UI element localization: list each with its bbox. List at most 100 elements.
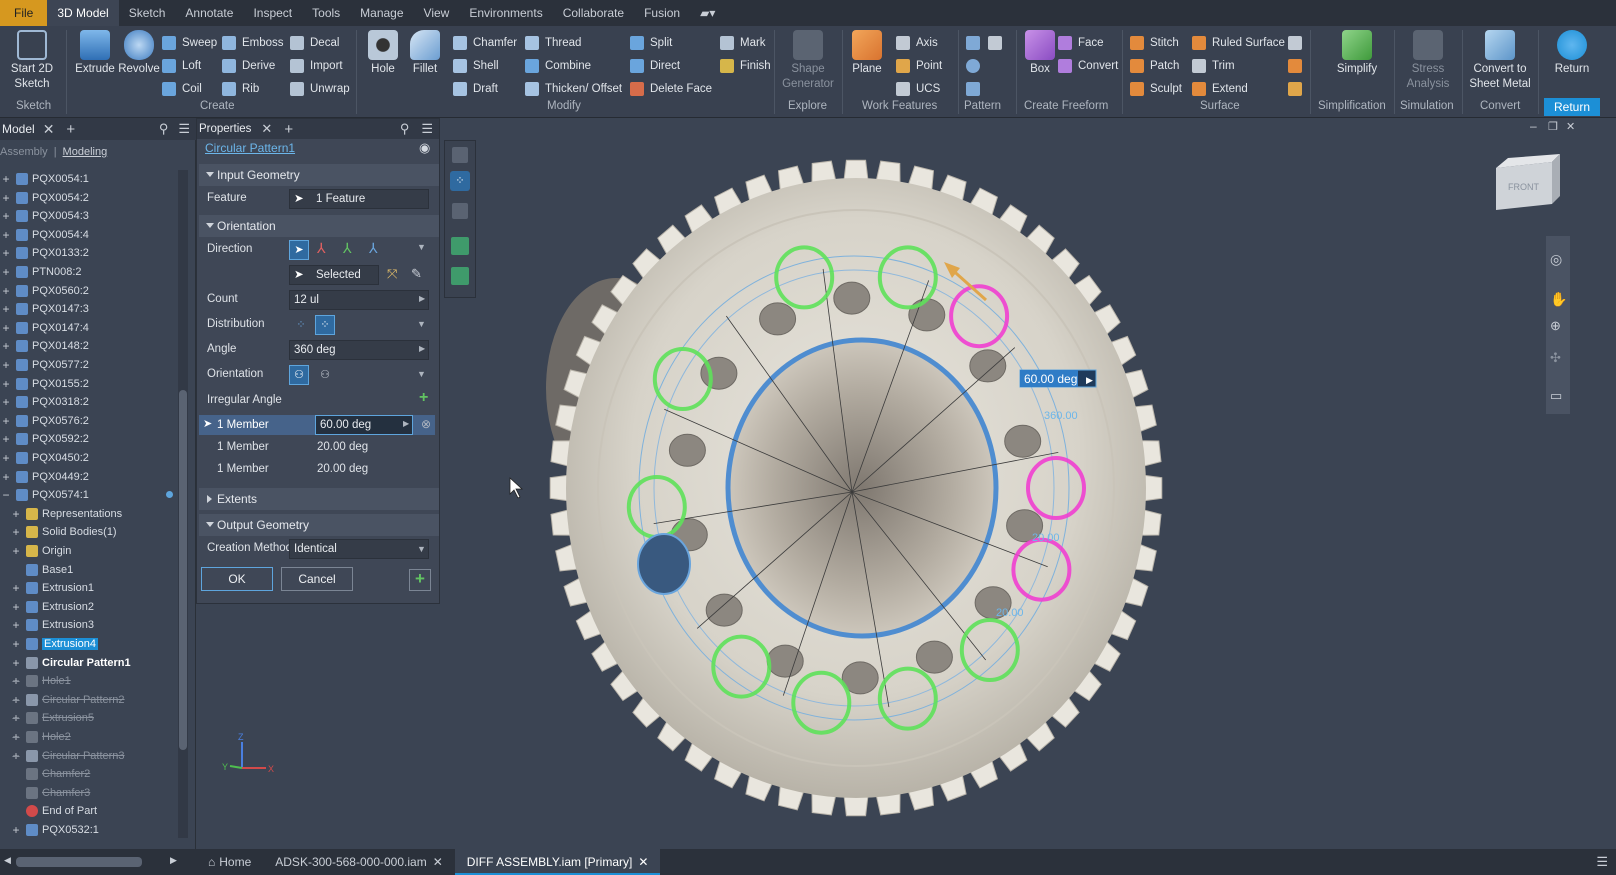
circular-pattern-button[interactable] <box>966 57 986 75</box>
steering-wheel-icon[interactable]: ◎ <box>1550 251 1562 267</box>
tree-item[interactable]: Chamfer3 <box>0 784 90 802</box>
tree-item[interactable]: + PQX0147:3 <box>0 300 88 318</box>
restore-icon[interactable]: ❐ <box>1548 121 1558 133</box>
expand-icon[interactable]: + <box>0 432 12 446</box>
menu-fusion[interactable]: Fusion <box>634 0 690 26</box>
look-at-icon[interactable]: ▭ <box>1550 388 1562 403</box>
expand-icon[interactable]: + <box>10 637 22 651</box>
sculpt-button[interactable]: Sculpt <box>1130 80 1182 98</box>
tree-item[interactable]: End of Part <box>0 802 97 820</box>
expand-icon[interactable]: + <box>0 228 12 242</box>
expand-icon[interactable]: + <box>0 395 12 409</box>
revolve-button[interactable]: Revolve <box>116 30 162 77</box>
expand-icon[interactable]: + <box>10 544 22 558</box>
close-window-icon[interactable]: ✕ <box>1566 121 1575 133</box>
menu-file[interactable]: File <box>0 0 48 26</box>
emboss-button[interactable]: Emboss <box>222 34 284 52</box>
expand-icon[interactable]: + <box>10 693 22 707</box>
expand-icon[interactable]: + <box>10 674 22 688</box>
tree-item[interactable]: + Circular Pattern2 <box>0 691 124 709</box>
menu-manage[interactable]: Manage <box>350 0 413 26</box>
menu-view[interactable]: View <box>414 0 460 26</box>
mirror-button[interactable] <box>988 34 1008 52</box>
graphics-viewport[interactable]: 60.00 deg ▶ 360.00 20.00 20.00 FRONT ◎ ✋… <box>196 118 1616 849</box>
delete-face-button[interactable]: Delete Face <box>630 80 712 98</box>
expand-icon[interactable]: + <box>10 581 22 595</box>
menu-icon[interactable]: ☰ <box>178 121 190 137</box>
expand-icon[interactable]: + <box>0 265 12 279</box>
axis-button[interactable]: Axis <box>896 34 938 52</box>
ruled-surface-button[interactable]: Ruled Surface <box>1192 34 1285 52</box>
start-sketch-button[interactable]: Start 2D Sketch <box>4 30 60 92</box>
browser-scrollbar[interactable] <box>178 170 188 838</box>
tree-item[interactable]: + Extrusion5 <box>0 709 94 727</box>
trim-button[interactable]: Trim <box>1192 57 1235 75</box>
stress-analysis-button[interactable]: Stress Analysis <box>1398 30 1458 92</box>
home-tab[interactable]: ⌂ Home <box>196 849 263 875</box>
tree-item[interactable]: Base1 <box>0 561 73 579</box>
tree-item[interactable]: + PQX0592:2 <box>0 430 88 448</box>
tree-item[interactable]: + Representations <box>0 505 122 523</box>
tree-item[interactable]: + PQX0148:2 <box>0 337 88 355</box>
finish-button[interactable]: Finish <box>720 57 771 75</box>
menu-sketch[interactable]: Sketch <box>119 0 176 26</box>
tree-item[interactable]: + Solid Bodies(1) <box>0 523 116 541</box>
box-button[interactable]: Box <box>1020 30 1060 77</box>
tree-item[interactable]: + Hole1 <box>0 672 70 690</box>
sketch-pattern-button[interactable] <box>966 80 986 98</box>
tree-item[interactable]: + PQX0054:4 <box>0 226 88 244</box>
document-tab[interactable]: ADSK-300-568-000-000.iam ✕ <box>263 849 454 875</box>
point-button[interactable]: Point <box>896 57 942 75</box>
return-button[interactable]: Return <box>1544 30 1600 77</box>
patch-button[interactable]: Patch <box>1130 57 1179 75</box>
tree-item[interactable]: + Circular Pattern3 <box>0 747 124 765</box>
close-icon[interactable]: ✕ <box>43 121 55 138</box>
plane-button[interactable]: Plane <box>846 30 888 77</box>
modeling-mode[interactable]: Modeling <box>63 146 108 158</box>
tabs-menu-icon[interactable]: ☰ <box>1596 854 1608 870</box>
model-canvas[interactable]: 60.00 deg ▶ 360.00 20.00 20.00 FRONT ◎ ✋… <box>196 118 1616 849</box>
chamfer-button[interactable]: Chamfer <box>453 34 517 52</box>
surface-tool-1-icon[interactable] <box>1288 34 1308 52</box>
close-icon[interactable]: ✕ <box>638 855 648 869</box>
minimize-icon[interactable]: ‒ <box>1530 119 1537 133</box>
expand-icon[interactable]: + <box>10 656 22 670</box>
active-document-tab[interactable]: DIFF ASSEMBLY.iam [Primary] ✕ <box>454 849 661 875</box>
rib-button[interactable]: Rib <box>222 80 259 98</box>
viewcube[interactable]: FRONT <box>1496 154 1560 210</box>
tree-item[interactable]: + PQX0133:2 <box>0 244 88 262</box>
tree-item[interactable]: + PQX0576:2 <box>0 412 88 430</box>
thread-button[interactable]: Thread <box>525 34 581 52</box>
search-icon[interactable]: ⚲ <box>159 121 169 137</box>
expand-icon[interactable]: + <box>0 414 12 428</box>
convert-sheet-metal-button[interactable]: Convert to Sheet Metal <box>1466 30 1534 92</box>
tree-item[interactable]: + PQX0449:2 <box>0 468 88 486</box>
expand-icon[interactable]: + <box>0 209 12 223</box>
expand-icon[interactable]: + <box>0 284 12 298</box>
extrude-button[interactable]: Extrude <box>72 30 118 77</box>
mark-button[interactable]: Mark <box>720 34 766 52</box>
import-button[interactable]: Import <box>290 57 343 75</box>
assembly-mode[interactable]: Assembly <box>0 146 48 158</box>
zoom-icon[interactable]: ⊕ <box>1550 318 1561 333</box>
tree-item[interactable]: Chamfer2 <box>0 765 90 783</box>
derive-button[interactable]: Derive <box>222 57 275 75</box>
tree-item[interactable]: + PQX0054:2 <box>0 189 88 207</box>
camera-icon[interactable]: ▰▾ <box>690 0 725 26</box>
expand-icon[interactable]: + <box>10 600 22 614</box>
convert-button[interactable]: Convert <box>1058 57 1118 75</box>
thicken-button[interactable]: Thicken/ Offset <box>525 80 622 98</box>
tree-item[interactable]: + PTN008:2 <box>0 263 81 281</box>
loft-button[interactable]: Loft <box>162 57 201 75</box>
expand-icon[interactable]: + <box>10 730 22 744</box>
expand-icon[interactable]: + <box>10 711 22 725</box>
direct-button[interactable]: Direct <box>630 57 680 75</box>
scroll-right-icon[interactable]: ▶ <box>170 855 177 866</box>
draft-button[interactable]: Draft <box>453 80 498 98</box>
fillet-button[interactable]: Fillet <box>404 30 446 77</box>
menu-annotate[interactable]: Annotate <box>175 0 243 26</box>
add-tab-icon[interactable]: + <box>66 121 75 138</box>
tree-item[interactable]: + PQX0450:2 <box>0 449 88 467</box>
hole-button[interactable]: Hole <box>362 30 404 77</box>
angle-input-text[interactable]: 60.00 deg <box>1024 372 1077 386</box>
